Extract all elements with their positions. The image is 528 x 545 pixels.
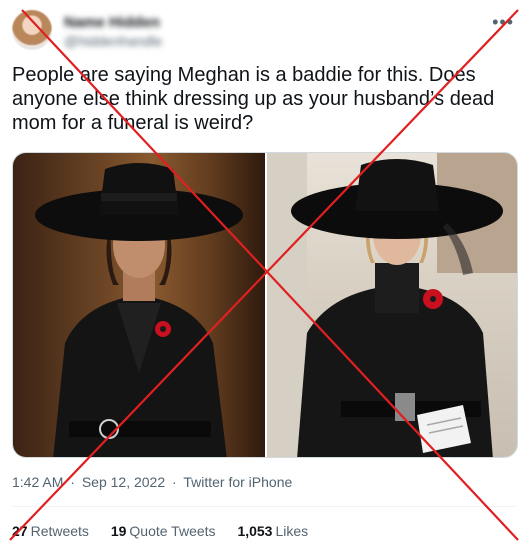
quotes-stat[interactable]: 19 Quote Tweets xyxy=(111,523,216,539)
more-horizontal-icon[interactable]: ••• xyxy=(492,12,514,33)
photo-right[interactable] xyxy=(267,153,517,457)
retweets-label: Retweets xyxy=(30,523,89,539)
tweet-meta: 1:42 AM · Sep 12, 2022 · Twitter for iPh… xyxy=(12,474,295,490)
photo-right-figure xyxy=(267,153,517,457)
photo-left-figure xyxy=(35,163,243,457)
tweet-text: People are saying Meghan is a baddie for… xyxy=(12,64,495,134)
likes-label: Likes xyxy=(275,523,309,539)
divider-line xyxy=(12,506,516,507)
avatar[interactable] xyxy=(12,10,52,50)
tweet-stats: 27 Retweets 19 Quote Tweets 1,053 Likes xyxy=(12,523,326,539)
tweet-header: Name Hidden @hiddenhandle ••• xyxy=(12,8,516,54)
retweets-count: 27 xyxy=(12,523,28,539)
tweet-date[interactable]: Sep 12, 2022 xyxy=(82,474,165,490)
author-name[interactable]: Name Hidden xyxy=(64,14,160,31)
quotes-count: 19 xyxy=(110,523,127,539)
retweets-stat[interactable]: 27 Retweets xyxy=(12,523,89,539)
tweet-time[interactable]: 1:42 AM xyxy=(12,474,63,490)
photo-left[interactable] xyxy=(13,153,265,457)
quotes-label: Quote Tweets xyxy=(129,523,216,539)
likes-stat[interactable]: 1,053 Likes xyxy=(237,523,308,539)
tweet-media[interactable] xyxy=(12,152,518,458)
likes-count: 1,053 xyxy=(237,523,273,539)
meta-dot: · xyxy=(70,474,75,490)
meta-dot-2: · xyxy=(172,474,177,490)
tweet-source[interactable]: Twitter for iPhone xyxy=(183,474,292,490)
author-handle[interactable]: @hiddenhandle xyxy=(64,33,162,49)
